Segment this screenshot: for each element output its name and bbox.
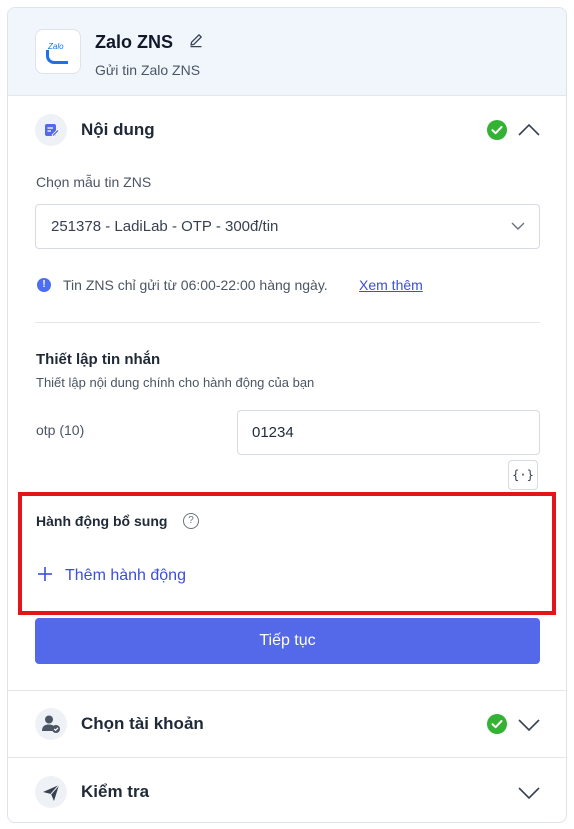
extra-actions-title: Hành động bổ sung	[36, 513, 168, 529]
otp-input[interactable]	[237, 410, 540, 455]
otp-label: otp (10)	[36, 422, 85, 438]
notice-text: Tin ZNS chỉ gửi từ 06:00-22:00 hàng ngày…	[63, 277, 328, 293]
variable-button[interactable]: {·}	[508, 460, 538, 490]
note-edit-icon	[35, 114, 67, 146]
question-icon[interactable]: ?	[183, 513, 199, 529]
page-subtitle: Gửi tin Zalo ZNS	[95, 62, 201, 78]
section-check-title: Kiểm tra	[81, 782, 150, 801]
info-icon: !	[37, 278, 51, 292]
add-action-button[interactable]: Thêm hành động	[36, 564, 186, 588]
braces-icon: {·}	[512, 468, 534, 482]
divider	[35, 322, 540, 323]
template-label: Chọn mẫu tin ZNS	[36, 174, 152, 190]
message-setup-title: Thiết lập tin nhắn	[36, 351, 161, 368]
check-circle-icon	[487, 714, 507, 734]
user-check-icon	[35, 708, 67, 740]
plus-icon	[36, 565, 58, 587]
chevron-up-icon[interactable]	[518, 123, 540, 137]
pencil-icon[interactable]	[188, 32, 204, 48]
divider	[8, 690, 566, 691]
divider	[8, 757, 566, 758]
add-action-label: Thêm hành động	[65, 567, 186, 584]
chevron-down-icon	[511, 222, 525, 230]
continue-button[interactable]: Tiếp tục	[35, 618, 540, 664]
chevron-down-icon[interactable]	[518, 718, 540, 732]
send-icon	[35, 776, 67, 808]
section-account-title: Chọn tài khoản	[81, 714, 204, 733]
section-content-title: Nội dung	[81, 120, 155, 139]
highlight-box	[18, 492, 556, 615]
panel-header: Zalo Zalo ZNS Gửi tin Zalo ZNS	[8, 8, 566, 96]
message-setup-description: Thiết lập nội dung chính cho hành động c…	[36, 375, 315, 390]
zalo-logo-mark	[46, 50, 68, 64]
zalo-logo: Zalo	[35, 29, 81, 74]
chevron-down-icon[interactable]	[518, 786, 540, 800]
page-title: Zalo ZNS	[95, 32, 174, 52]
zns-config-panel: Zalo Zalo ZNS Gửi tin Zalo ZNS Nội dung …	[7, 7, 567, 823]
template-selected-value: 251378 - LadiLab - OTP - 300đ/tin	[51, 218, 279, 235]
see-more-link[interactable]: Xem thêm	[359, 277, 423, 293]
check-circle-icon	[487, 120, 507, 140]
template-select[interactable]: 251378 - LadiLab - OTP - 300đ/tin	[35, 204, 540, 249]
